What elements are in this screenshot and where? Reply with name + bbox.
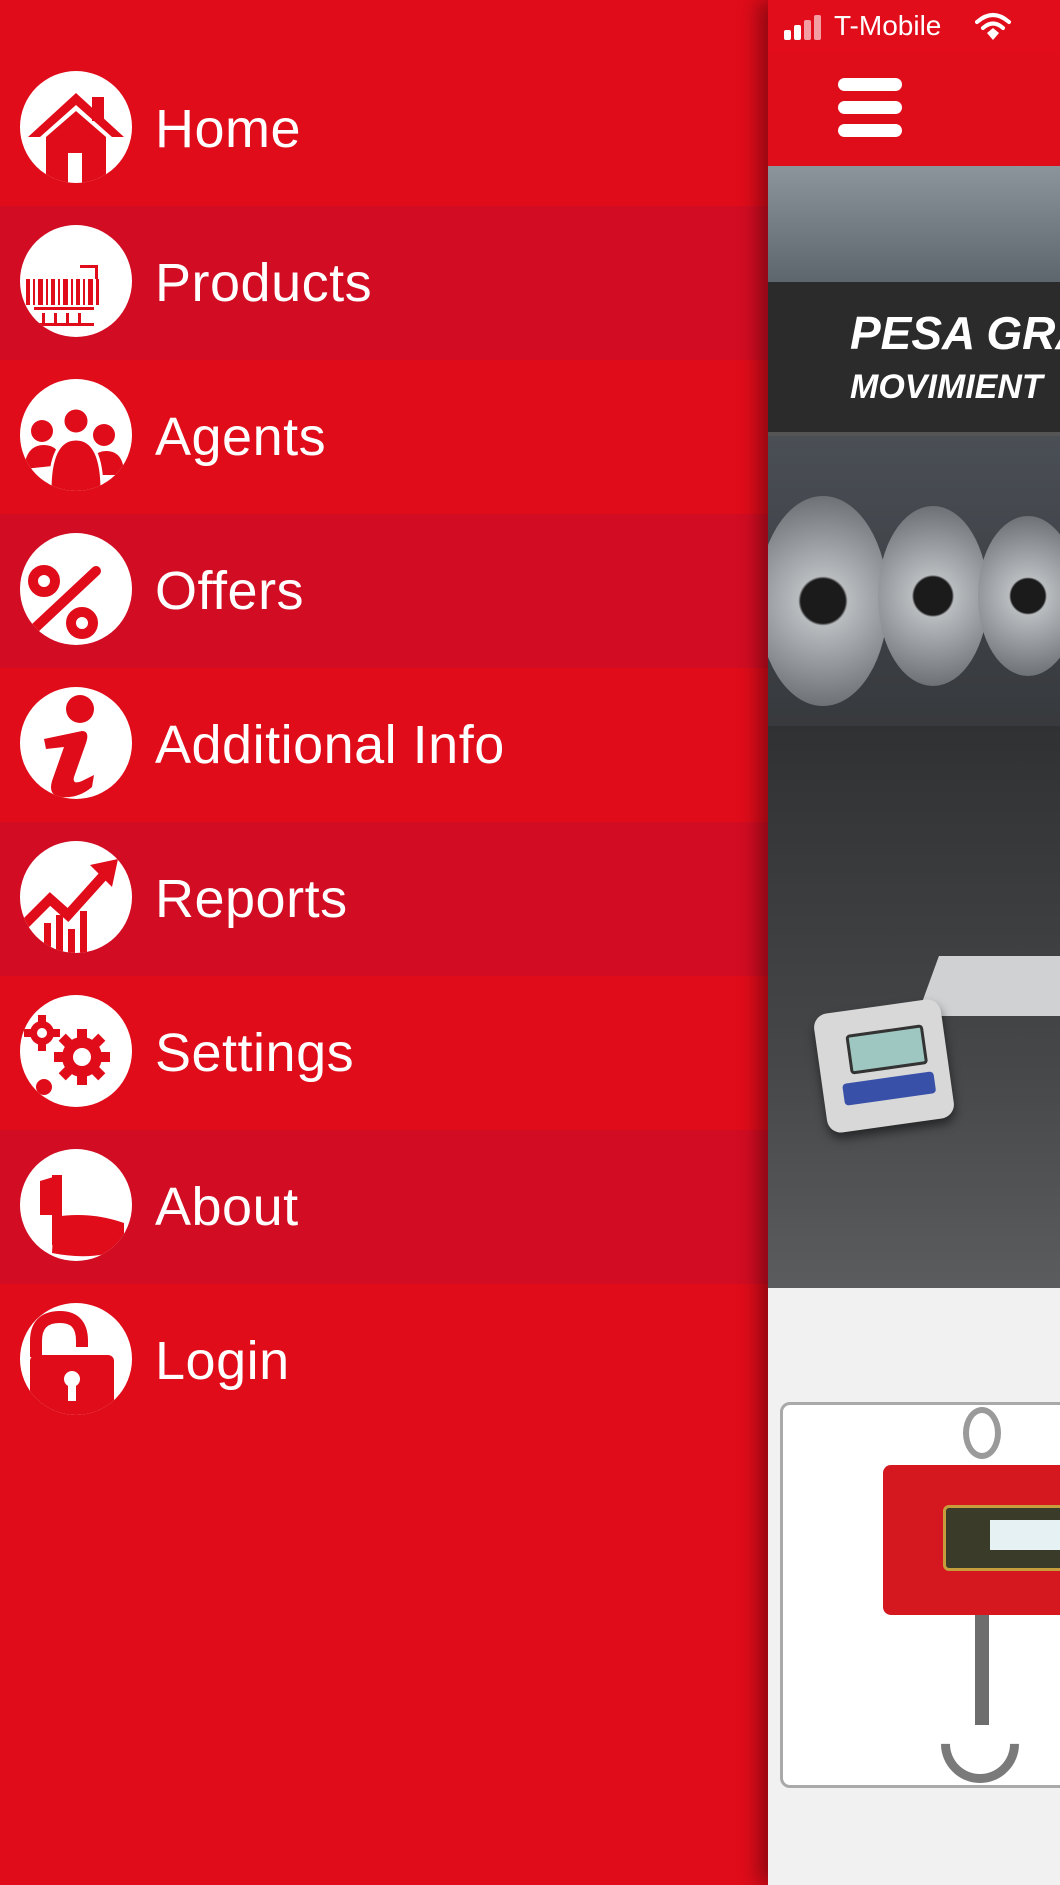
menu-item-label: Settings	[155, 1023, 355, 1083]
menu-item-login[interactable]: Login	[0, 1284, 768, 1438]
menu-item-reports[interactable]: Reports	[0, 822, 768, 976]
menu-item-products[interactable]: Products	[0, 206, 768, 360]
banner-headline: PESA GRA	[850, 307, 1060, 359]
hamburger-menu-icon[interactable]	[838, 78, 902, 138]
flag-icon	[20, 1149, 132, 1261]
promo-banner: PESA GRA MOVIMIENT	[768, 282, 1060, 436]
crane-scale-image	[883, 1465, 1060, 1615]
navigation-drawer: Home Products Agents Offers Additional I…	[0, 0, 768, 1885]
wifi-icon	[975, 13, 1011, 40]
menu-item-label: Offers	[155, 561, 305, 621]
menu-item-label: About	[155, 1177, 299, 1237]
steel-coil-image	[978, 516, 1060, 676]
unlock-icon	[20, 1303, 132, 1415]
menu-item-agents[interactable]: Agents	[0, 360, 768, 514]
banner-subheadline: MOVIMIENT	[850, 368, 1043, 406]
menu-item-label: Additional Info	[155, 715, 505, 775]
status-bar: T-Mobile	[768, 0, 1060, 54]
menu-item-about[interactable]: About	[0, 1130, 768, 1284]
signal-bars-icon	[784, 14, 826, 40]
warehouse-ceiling	[768, 166, 1060, 282]
crane-scale-ring	[963, 1407, 1001, 1459]
menu-item-additional-info[interactable]: Additional Info	[0, 668, 768, 822]
people-icon	[20, 379, 132, 491]
menu-item-label: Login	[155, 1331, 290, 1391]
steel-coil-image	[768, 496, 888, 706]
menu-item-label: Reports	[155, 869, 348, 929]
home-icon	[20, 71, 132, 183]
carrier-name: T-Mobile	[834, 10, 942, 41]
hook-icon	[924, 1688, 1036, 1800]
barcode-icon	[20, 225, 132, 337]
steel-coil-image	[878, 506, 988, 686]
menu-item-label: Agents	[155, 407, 327, 467]
menu-item-label: Home	[155, 99, 302, 159]
top-navbar	[768, 54, 1060, 166]
product-card[interactable]	[780, 1402, 1060, 1800]
percent-icon	[20, 533, 132, 645]
menu-item-settings[interactable]: Settings	[0, 976, 768, 1130]
info-icon	[20, 687, 132, 799]
trend-chart-icon	[20, 841, 132, 953]
hero-banner-image: PESA GRA MOVIMIENT	[768, 166, 1060, 1288]
gears-icon	[20, 995, 132, 1107]
menu-item-offers[interactable]: Offers	[0, 514, 768, 668]
main-content-panel: T-Mobile PESA GRA MOVIMIENT	[768, 0, 1060, 1885]
menu-item-home[interactable]: Home	[0, 52, 768, 206]
menu-item-label: Products	[155, 253, 373, 313]
scale-indicator-image	[812, 997, 956, 1135]
